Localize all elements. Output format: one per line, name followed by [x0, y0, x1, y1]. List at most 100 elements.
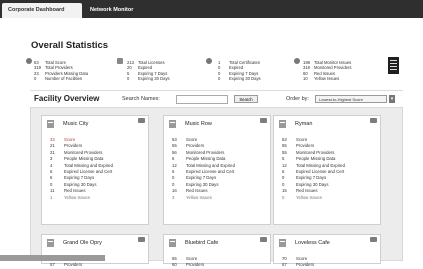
tab-network-monitor[interactable]: Network Monitor — [84, 3, 156, 18]
facility-name: Music City — [63, 121, 89, 127]
stat-label: Expiring 7 Days — [229, 70, 259, 76]
building-icon — [169, 120, 176, 128]
building-icon — [47, 239, 54, 247]
card-row: 67 Providers — [274, 262, 380, 268]
search-button[interactable]: Search — [234, 95, 258, 103]
stat-label: Expired — [229, 65, 244, 71]
facility-overview-title: Facility Overview — [34, 94, 100, 103]
card-label: Providers — [296, 262, 315, 268]
top-tab-bar: Corporate Dashboard Network Monitor — [0, 0, 423, 18]
chat-icon[interactable] — [370, 237, 377, 242]
facility-name: Ryman — [295, 121, 313, 127]
facility-name: Bluebird Cafe — [185, 240, 219, 246]
card-label: Total Missing and Expired — [64, 162, 113, 168]
card-label: Expiring 30 Days — [64, 181, 97, 187]
section-divider — [30, 90, 403, 91]
card-header: Bluebird Cafe — [164, 235, 270, 252]
building-icon — [169, 239, 176, 247]
chat-icon[interactable] — [260, 118, 267, 123]
stat-label: Total Monitor Issues — [314, 60, 352, 65]
facility-card-loveless-cafe[interactable]: Loveless Cafe 70 Score 67 Providers — [273, 234, 381, 267]
card-label: Total Missing and Expired — [296, 162, 345, 168]
card-header: Ryman — [274, 116, 380, 133]
card-label: Providers — [296, 143, 315, 149]
card-label: Monitored Providers — [296, 149, 335, 155]
card-label: Providers — [64, 262, 83, 268]
chat-icon[interactable] — [370, 118, 377, 123]
card-value: 3 — [172, 194, 175, 200]
monitor-icon — [294, 58, 300, 64]
card-label: Yellow Issues — [296, 194, 322, 200]
stat-row: 0 Number of Facilities — [34, 76, 88, 81]
stat-label: Expiring 30 Days — [229, 75, 261, 81]
facility-name: Loveless Cafe — [295, 240, 330, 246]
card-label: Expired License and Cert — [296, 168, 345, 174]
card-value: 57 — [50, 262, 55, 268]
card-stats: 70 Score 67 Providers — [274, 256, 380, 269]
card-label: Expiring 7 Days — [186, 175, 217, 181]
overall-statistics-title: Overall Statistics — [31, 40, 109, 51]
order-by-select[interactable]: Lowest-to-Highest Score — [315, 95, 387, 103]
stat-label: Expiring 30 Days — [138, 75, 170, 81]
card-label: Expiring 7 Days — [64, 175, 95, 181]
card-value: 0 — [282, 194, 285, 200]
chat-icon[interactable] — [138, 237, 145, 242]
card-label: Expiring 30 Days — [186, 181, 219, 187]
card-label: People Missing Data — [64, 156, 104, 162]
chat-icon[interactable] — [138, 118, 145, 123]
stat-label: Number of Facilities — [45, 75, 83, 81]
facility-card-music-city[interactable]: Music City 33 Score 21 Providers 21 Monitor… — [41, 115, 149, 225]
card-label: Red Issues — [186, 188, 208, 194]
search-names-input[interactable] — [176, 95, 228, 104]
card-label: Providers — [64, 143, 83, 149]
tab-corporate-dashboard[interactable]: Corporate Dashboard — [2, 3, 82, 18]
facility-name: Music Row — [185, 121, 212, 127]
card-label: Expired License and Cert — [186, 168, 235, 174]
certificate-icon — [206, 58, 212, 64]
stat-label: Yellow Issues — [314, 75, 340, 81]
card-stats: 63 Score 55 Providers 55 Monitored Provider… — [274, 137, 380, 201]
stat-group-monitor: 198 Total Monitor Issues 318 Monitored Pro… — [303, 60, 351, 81]
stat-label: Total Providers — [45, 65, 73, 71]
stat-value: 10 — [303, 75, 308, 81]
stat-label: Total Score — [45, 60, 66, 65]
stat-label: Total Licenses — [138, 60, 165, 65]
facility-card-music-row[interactable]: Music Row 63 Score 55 Providers 56 Monitore… — [163, 115, 271, 225]
card-label: Providers — [186, 143, 205, 149]
building-icon — [279, 120, 286, 128]
stat-label: Total Certificates — [229, 60, 260, 65]
stat-value: 0 — [127, 75, 130, 81]
card-header: Music Row — [164, 116, 270, 133]
card-row: 57 Providers — [42, 262, 148, 268]
stat-value: 0 — [34, 75, 37, 81]
chevron-down-icon[interactable]: ▾ — [389, 95, 395, 103]
card-label: Expiring 30 Days — [296, 181, 329, 187]
building-icon — [47, 120, 54, 128]
summary-badge-icon — [388, 57, 399, 74]
card-row: 1 Yellow Issues — [42, 195, 148, 201]
card-header: Loveless Cafe — [274, 235, 380, 252]
card-header: Music City — [42, 116, 148, 133]
stat-label: Expired — [138, 65, 153, 71]
card-label: People Missing Data — [186, 156, 226, 162]
stat-row: 0 Expiring 30 Days — [218, 76, 261, 81]
card-label: Score — [296, 137, 308, 142]
facility-card-ryman[interactable]: Ryman 63 Score 55 Providers 55 Monitored Pr… — [273, 115, 381, 225]
card-label: People Missing Data — [296, 156, 336, 162]
card-label: Score — [186, 137, 198, 142]
stat-group-providers: 63 Total Score 319 Total Providers 23 Provi… — [34, 60, 88, 81]
card-label: Expired License and Cert — [64, 168, 113, 174]
card-label: Monitored Providers — [64, 149, 103, 155]
card-stats: 63 Score 55 Providers 56 Monitored Provider… — [164, 137, 270, 201]
card-label: Total Missing and Expired — [186, 162, 235, 168]
card-label: Red Issues — [64, 188, 86, 194]
card-label: Yellow Issues — [64, 194, 90, 200]
card-row: 0 Yellow Issues — [274, 195, 380, 201]
facility-card-bluebird-cafe[interactable]: Bluebird Cafe 65 Score 60 Providers — [163, 234, 271, 267]
card-row: 3 Yellow Issues — [164, 195, 270, 201]
stat-value: 0 — [218, 75, 221, 81]
card-label: Expiring 7 Days — [296, 175, 327, 181]
chat-icon[interactable] — [260, 237, 267, 242]
card-header: Grand Ole Opry — [42, 235, 148, 252]
facility-name: Grand Ole Opry — [63, 240, 102, 246]
